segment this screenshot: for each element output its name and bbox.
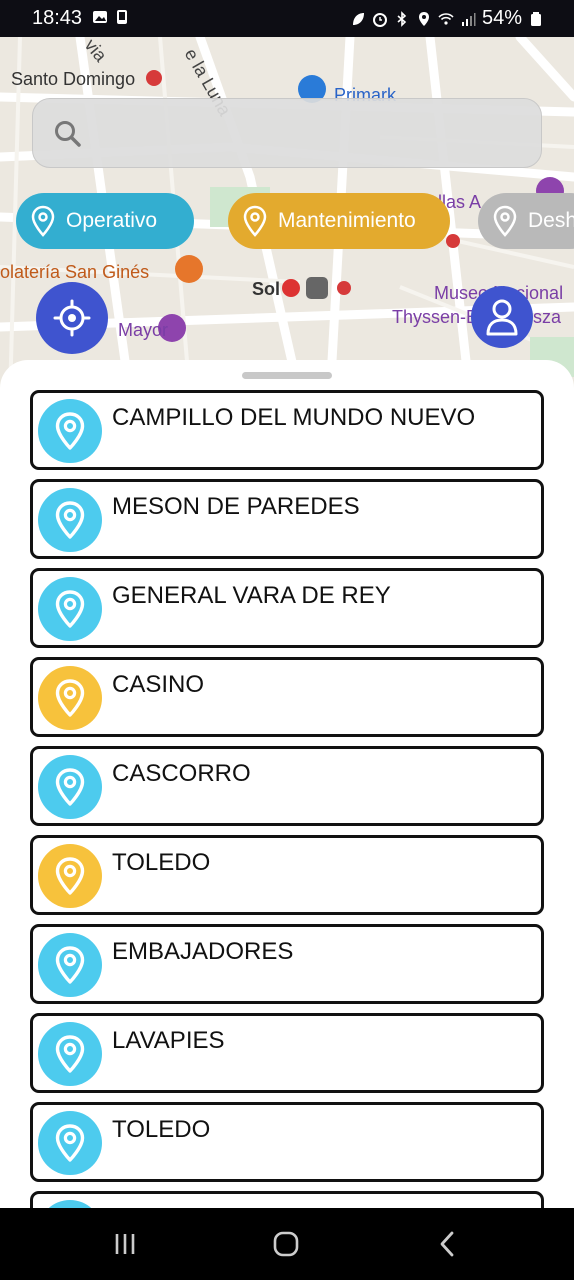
station-name: CASINO [112,671,205,698]
station-name: TOLEDO [112,1116,211,1143]
station-status-badge [38,1200,102,1208]
user-icon [486,299,518,336]
status-time: 18:43 [32,7,83,29]
station-name: GENERAL VARA DE REY [112,582,391,609]
recents-icon [115,1234,135,1254]
leaf-icon [352,12,364,25]
location-icon [418,11,429,26]
station-name: LAVAPIES [112,1027,225,1054]
image-icon [93,11,107,23]
back-icon [440,1231,454,1257]
station-list-item[interactable]: CASCORRO [30,746,544,826]
station-status-badge [38,1022,102,1086]
station-status-badge [38,933,102,997]
search-input[interactable] [103,117,523,151]
station-list-item[interactable]: MESON DE PAREDES [30,479,544,559]
phone-icon [117,10,127,24]
system-nav-bar [0,1208,574,1280]
station-status-badge [38,755,102,819]
station-list-item[interactable]: TOLEDO [30,835,544,915]
search-icon [55,121,81,147]
station-list[interactable]: CAMPILLO DEL MUNDO NUEVO MESON DE PAREDES… [30,390,544,1208]
station-list-item[interactable]: TOLEDO [30,1102,544,1182]
station-name: CASCORRO [112,760,251,787]
crosshair-icon [53,299,91,337]
station-list-item[interactable]: LAVAPIES [30,1013,544,1093]
notification-icons [92,9,130,25]
station-status-badge [38,577,102,641]
profile-button[interactable] [471,286,533,348]
locate-me-button[interactable] [36,282,108,354]
map-pin-icon [55,590,85,628]
wifi-icon [438,12,454,25]
signal-icon [461,12,476,26]
status-right: 54% [350,7,544,30]
alarm-icon [372,12,387,27]
station-list-item[interactable]: CASINO [30,657,544,737]
status-bar: 18:43 54% [0,0,574,37]
station-name: MESON DE PAREDES [112,493,360,520]
map-label-heladeria: olatería San Ginés [0,262,150,282]
station-status-badge [38,488,102,552]
stations-bottom-sheet[interactable]: CAMPILLO DEL MUNDO NUEVO MESON DE PAREDES… [0,360,574,1208]
map-pin-icon [55,679,85,717]
station-name: CAMPILLO DEL MUNDO NUEVO [112,404,476,431]
battery-icon [531,11,541,26]
battery-percent: 54% [481,7,522,29]
station-status-badge [38,844,102,908]
search-bar[interactable] [32,98,542,168]
map-pin-icon [55,1124,85,1162]
filter-chip-operativo[interactable]: Operativo [16,193,194,249]
station-name: TOLEDO [112,849,211,876]
map-pin-icon [493,205,517,237]
station-list-item[interactable]: CAMPILLO DEL MUNDO NUEVO [30,390,544,470]
map-pin-icon [55,857,85,895]
station-list-item[interactable]: GENERAL VARA DE REY [30,568,544,648]
recent-apps-button[interactable] [105,1228,145,1260]
filter-chip-label: Operativo [66,209,158,232]
map-pin-icon [55,946,85,984]
back-button[interactable] [428,1228,468,1260]
station-list-item[interactable]: TOLEDO [30,1191,544,1208]
station-status-badge [38,666,102,730]
map-label-santo-domingo: Santo Domingo [11,69,136,89]
station-name: EMBAJADORES [112,938,294,965]
map-label-sol: Sol [252,279,281,299]
home-icon [273,1231,299,1257]
sheet-drag-handle[interactable] [242,372,332,379]
filter-chip-mantenimiento[interactable]: Mantenimiento [228,193,450,249]
map-pin-icon [55,501,85,539]
map-pin-icon [55,1035,85,1073]
bluetooth-icon [397,10,407,27]
filter-chip-deshabilitado[interactable]: Desh [478,193,574,249]
filter-chip-label: Desh [528,209,574,232]
map-label-mayor: Mayor [118,320,169,340]
station-status-badge [38,1111,102,1175]
map-pin-icon [243,205,267,237]
home-button[interactable] [266,1228,306,1260]
map-pin-icon [55,412,85,450]
station-status-badge [38,399,102,463]
map-pin-icon [55,768,85,806]
station-list-item[interactable]: EMBAJADORES [30,924,544,1004]
filter-chip-label: Mantenimiento [278,209,416,232]
map-pin-icon [31,205,55,237]
